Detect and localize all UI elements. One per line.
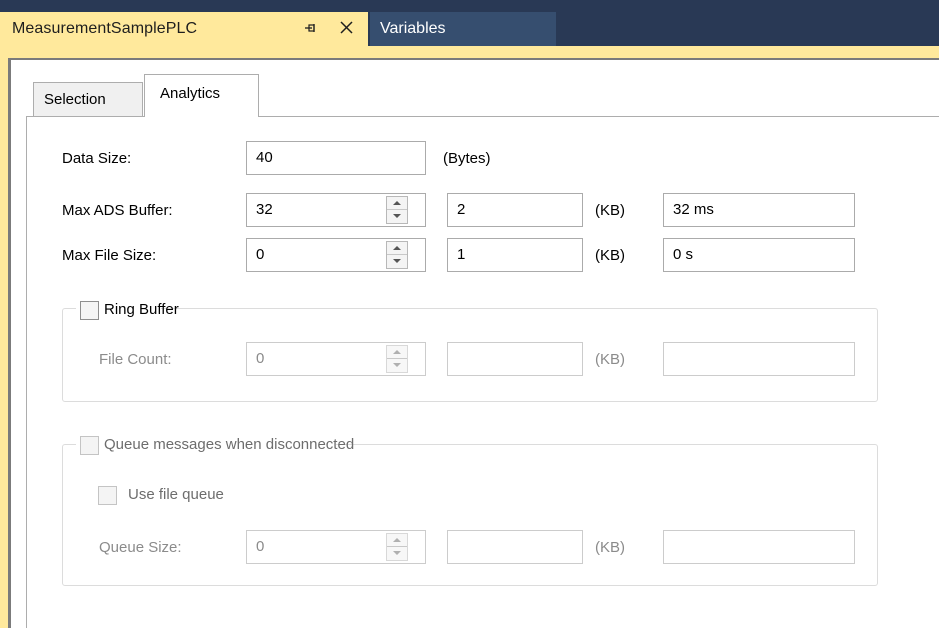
active-frame-left (0, 46, 8, 628)
tab-selection[interactable]: Selection (33, 82, 143, 116)
data-size-field[interactable]: 40 (246, 141, 426, 175)
max-ads-buffer-label: Max ADS Buffer: (62, 202, 173, 219)
queue-size-time-field[interactable] (663, 530, 855, 564)
max-file-size-time-field[interactable]: 0 s (663, 238, 855, 272)
close-icon[interactable] (338, 18, 356, 38)
spin-down-icon[interactable] (387, 255, 407, 268)
file-count-label: File Count: (99, 351, 172, 368)
file-count-size-field[interactable] (447, 342, 583, 376)
spin-down-icon[interactable] (387, 210, 407, 223)
ring-buffer-label: Ring Buffer (104, 301, 179, 318)
tab-analytics[interactable]: Analytics (144, 74, 259, 117)
spin-up-icon[interactable] (387, 346, 407, 359)
doc-tab-title: Variables (380, 20, 446, 37)
queue-messages-checkbox[interactable] (80, 436, 99, 455)
doc-tab-variables[interactable]: Variables (370, 12, 556, 46)
spin-down-icon[interactable] (387, 359, 407, 372)
max-ads-buffer-size-field[interactable]: 2 (447, 193, 583, 227)
active-frame-top (0, 46, 939, 58)
file-count-spinner[interactable] (386, 345, 408, 373)
doc-tab-measurementsampleplc[interactable]: MeasurementSamplePLC (0, 12, 368, 46)
file-count-unit: (KB) (595, 351, 625, 368)
tab-label: Selection (44, 91, 106, 108)
queue-messages-label: Queue messages when disconnected (104, 436, 355, 453)
max-file-size-unit: (KB) (595, 247, 625, 264)
max-file-size-label: Max File Size: (62, 247, 157, 264)
max-ads-buffer-spinner[interactable] (386, 196, 408, 224)
tab-label: Analytics (160, 85, 221, 102)
file-count-time-field[interactable] (663, 342, 855, 376)
max-file-size-size-field[interactable]: 1 (447, 238, 583, 272)
document-tab-strip: MeasurementSamplePLC Variables (0, 0, 939, 46)
doc-tab-title: MeasurementSamplePLC (12, 20, 198, 37)
spin-up-icon[interactable] (387, 242, 407, 255)
spin-up-icon[interactable] (387, 197, 407, 210)
max-file-size-spinner[interactable] (386, 241, 408, 269)
data-size-label: Data Size: (62, 150, 132, 167)
ring-buffer-legend: Ring Buffer (76, 298, 179, 322)
queue-group (62, 444, 878, 586)
use-file-queue-label: Use file queue (128, 486, 224, 503)
pin-icon[interactable] (302, 19, 318, 37)
ring-buffer-checkbox[interactable] (80, 301, 99, 320)
max-ads-buffer-time-field[interactable]: 32 ms (663, 193, 855, 227)
use-file-queue-checkbox[interactable] (98, 486, 117, 505)
queue-size-unit: (KB) (595, 539, 625, 556)
spin-down-icon[interactable] (387, 547, 407, 560)
queue-size-spinner[interactable] (386, 533, 408, 561)
queue-size-size-field[interactable] (447, 530, 583, 564)
queue-size-label: Queue Size: (99, 539, 182, 556)
max-ads-buffer-unit: (KB) (595, 202, 625, 219)
queue-legend: Queue messages when disconnected (76, 433, 354, 457)
data-size-unit: (Bytes) (443, 150, 491, 167)
spin-up-icon[interactable] (387, 534, 407, 547)
